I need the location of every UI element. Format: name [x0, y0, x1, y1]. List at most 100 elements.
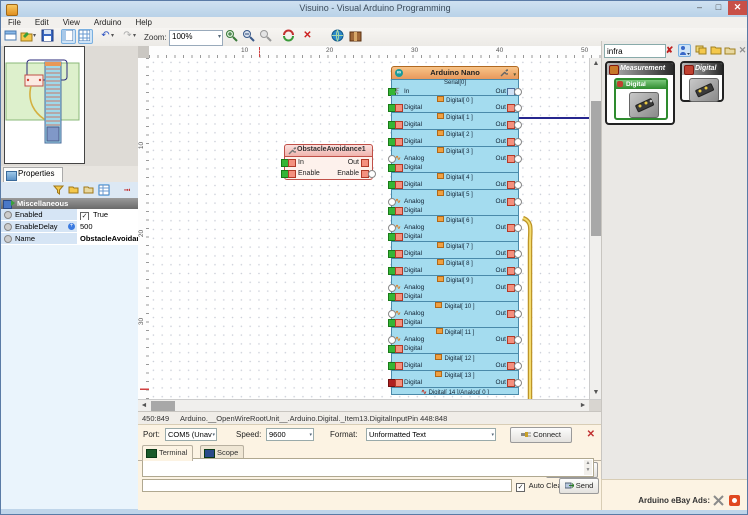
- out-connector[interactable]: [514, 284, 522, 292]
- filter-icon[interactable]: [53, 184, 65, 196]
- wrench-icon[interactable]: [500, 69, 508, 77]
- redo-dropdown-icon[interactable]: ▾: [133, 29, 136, 44]
- digital-in-pin[interactable]: [395, 138, 403, 146]
- zoom-in-icon[interactable]: [225, 29, 240, 44]
- digital-in-pin[interactable]: [395, 207, 403, 215]
- zoom-out-icon[interactable]: [242, 29, 257, 44]
- digital-in-pin[interactable]: [395, 250, 403, 258]
- clear-search-icon[interactable]: ✘: [663, 44, 676, 57]
- palette-group-digital[interactable]: Digital: [680, 61, 724, 102]
- digital-in-pin[interactable]: [395, 293, 403, 301]
- out-connector[interactable]: [514, 336, 522, 344]
- out-connector[interactable]: [514, 362, 522, 370]
- digital-in-pin[interactable]: [395, 319, 403, 327]
- menu-item[interactable]: View: [56, 17, 87, 27]
- menu-item[interactable]: Arduino: [87, 17, 129, 27]
- format-combobox[interactable]: Unformatted Text ▾: [366, 428, 496, 441]
- out-connector[interactable]: [514, 121, 522, 129]
- stop-delete-icon[interactable]: ✕: [300, 29, 315, 44]
- ebay-ad-icon[interactable]: [729, 495, 740, 506]
- zoom-combobox[interactable]: 100% ▾: [169, 30, 223, 46]
- property-row[interactable]: EnableDelay + 500: [1, 221, 138, 233]
- out-connector[interactable]: [514, 104, 522, 112]
- package-icon[interactable]: [349, 29, 364, 44]
- menu-item[interactable]: Edit: [28, 17, 56, 27]
- palette-search-input[interactable]: [604, 44, 666, 58]
- send-input[interactable]: [142, 479, 512, 492]
- category-view-icon[interactable]: [695, 44, 708, 57]
- connect-button[interactable]: Connect: [510, 427, 572, 443]
- digital-group-header[interactable]: Digital: [682, 63, 722, 75]
- digital-in-pin[interactable]: [395, 362, 403, 370]
- design-canvas[interactable]: ObstacleAvoidance1 In Out Enable Enable …: [149, 58, 589, 399]
- out-connector[interactable]: [514, 379, 522, 387]
- digital-in-pin[interactable]: [395, 164, 403, 172]
- checkbox-icon[interactable]: [80, 212, 89, 220]
- wizard-filter-icon[interactable]: [678, 44, 691, 57]
- collapse-all-icon[interactable]: [83, 184, 95, 196]
- tab-properties[interactable]: Properties: [3, 167, 63, 182]
- expand-all-icon[interactable]: [68, 184, 80, 196]
- expand-groups-icon[interactable]: [710, 44, 723, 57]
- digital-in-pin[interactable]: [395, 121, 403, 129]
- close-button[interactable]: ✕: [728, 1, 747, 15]
- wire-obstacle-to-digital13[interactable]: [522, 217, 540, 399]
- port-combobox[interactable]: COM5 (Unav ▾: [165, 428, 217, 441]
- digital-in-pin[interactable]: [395, 267, 403, 275]
- build-upload-icon[interactable]: [282, 29, 297, 44]
- sort-view-icon[interactable]: [98, 184, 110, 196]
- out-connector[interactable]: [514, 310, 522, 318]
- disconnect-icon[interactable]: ✕: [587, 429, 595, 440]
- undo-dropdown-icon[interactable]: ▾: [111, 29, 114, 44]
- tools-icon[interactable]: ✕: [736, 44, 747, 57]
- maximize-button[interactable]: □: [709, 1, 728, 15]
- palette-group-measurement[interactable]: Measurement Digital: [605, 61, 675, 125]
- component-obstacle-avoidance[interactable]: ObstacleAvoidance1 In Out Enable Enable: [281, 144, 376, 180]
- zoom-reset-icon[interactable]: [259, 29, 274, 44]
- auto-clear-checkbox[interactable]: Auto Clear: [516, 481, 564, 492]
- digital-in-pin[interactable]: [395, 181, 403, 189]
- tab-terminal[interactable]: Terminal: [142, 445, 194, 461]
- zoom-dropdown-icon[interactable]: ▾: [218, 33, 221, 40]
- out-connector[interactable]: [514, 267, 522, 275]
- toggle-grid-icon[interactable]: [78, 29, 93, 44]
- digital-in-pin[interactable]: [395, 104, 403, 112]
- auto-clear-check-icon[interactable]: [516, 483, 525, 492]
- property-value[interactable]: True: [77, 209, 138, 220]
- palette-item-infrared-digital[interactable]: Digital: [614, 78, 668, 120]
- speed-combobox[interactable]: 9600 ▾: [266, 428, 314, 441]
- send-button[interactable]: Send: [559, 478, 599, 494]
- vertical-scroll-thumb[interactable]: [591, 101, 601, 236]
- terminal-output[interactable]: ▲ ▼: [142, 458, 594, 477]
- out-connector[interactable]: [514, 198, 522, 206]
- menu-item[interactable]: File: [1, 17, 28, 27]
- wire-obstacle-to-digital13-outline[interactable]: [521, 215, 540, 399]
- obstacle-in-pin[interactable]: [288, 159, 296, 167]
- arduino-header[interactable]: ∞ Arduino Nano ▾: [391, 66, 519, 80]
- out-connector[interactable]: [514, 250, 522, 258]
- minimize-button[interactable]: –: [690, 1, 709, 15]
- digital-in-pin[interactable]: [395, 379, 403, 387]
- out-connector[interactable]: [514, 181, 522, 189]
- out-connector[interactable]: [514, 138, 522, 146]
- digital-in-pin[interactable]: [395, 233, 403, 241]
- new-project-icon[interactable]: [4, 29, 19, 44]
- overview-minimap[interactable]: [4, 46, 85, 164]
- component-arduino-nano[interactable]: ∞ Arduino Nano ▾ Serial[0] 𝝃 In Out Digi…: [388, 66, 522, 395]
- terminal-scrollbar[interactable]: ▲ ▼: [584, 460, 592, 475]
- obstacle-enable-pin[interactable]: [288, 170, 296, 178]
- digital-in-pin[interactable]: [395, 345, 403, 353]
- property-value[interactable]: ObstacleAvoidan...: [77, 233, 138, 244]
- toggle-panels-icon[interactable]: [61, 29, 76, 44]
- obstacle-enable-out-connector[interactable]: [368, 170, 376, 178]
- menu-item[interactable]: Help: [128, 17, 158, 27]
- horizontal-scroll-thumb[interactable]: [151, 401, 175, 411]
- open-dropdown-icon[interactable]: ▾: [33, 29, 36, 44]
- property-category[interactable]: Miscellaneous: [1, 198, 138, 209]
- out-connector[interactable]: [514, 224, 522, 232]
- property-row[interactable]: Name ObstacleAvoidan...: [1, 233, 138, 245]
- property-value[interactable]: 500: [77, 221, 138, 232]
- tools-cross-icon[interactable]: [713, 495, 724, 506]
- measurement-group-header[interactable]: Measurement: [607, 63, 673, 75]
- expand-plus-icon[interactable]: +: [68, 223, 75, 230]
